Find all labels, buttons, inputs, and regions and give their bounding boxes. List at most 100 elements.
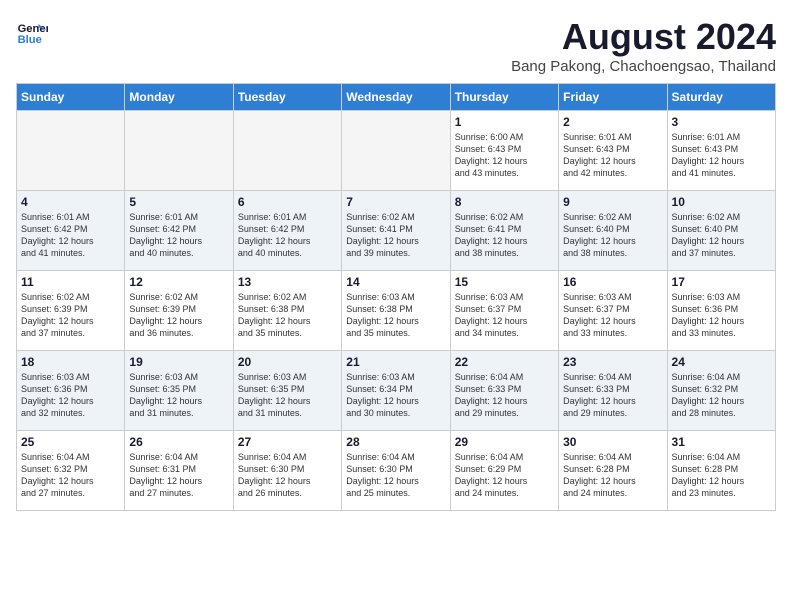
calendar-cell: 5Sunrise: 6:01 AM Sunset: 6:42 PM Daylig… bbox=[125, 191, 233, 271]
calendar-row: 18 Sunrise: 6:03 AM Sunset: 6:36 PM Dayli… bbox=[17, 351, 776, 431]
calendar-table: SundayMondayTuesdayWednesdayThursdayFrid… bbox=[16, 83, 776, 511]
calendar-cell: 13 Sunrise: 6:02 AM Sunset: 6:38 PM Dayli… bbox=[233, 271, 341, 351]
weekday-header: Thursday bbox=[450, 84, 558, 111]
day-number: 26 bbox=[129, 435, 228, 449]
day-number: 18 bbox=[21, 355, 120, 369]
calendar-row: 11 Sunrise: 6:02 AM Sunset: 6:39 PM Dayli… bbox=[17, 271, 776, 351]
day-info: Sunrise: 6:02 AM Sunset: 6:39 PM Dayligh… bbox=[129, 291, 228, 340]
calendar-cell: 8 Sunrise: 6:02 AM Sunset: 6:41 PM Daylig… bbox=[450, 191, 558, 271]
day-number: 15 bbox=[455, 275, 554, 289]
weekday-header: Saturday bbox=[667, 84, 775, 111]
day-info: Sunrise: 6:02 AM Sunset: 6:40 PM Dayligh… bbox=[563, 211, 662, 260]
day-number: 6 bbox=[238, 195, 337, 209]
month-title: August 2024 bbox=[511, 16, 776, 58]
logo: General Blue bbox=[16, 16, 48, 48]
calendar-cell: 11 Sunrise: 6:02 AM Sunset: 6:39 PM Dayli… bbox=[17, 271, 125, 351]
day-number: 23 bbox=[563, 355, 662, 369]
day-number: 11 bbox=[21, 275, 120, 289]
logo-icon: General Blue bbox=[16, 16, 48, 48]
day-info: Sunrise: 6:04 AM Sunset: 6:33 PM Dayligh… bbox=[455, 371, 554, 420]
day-number: 8 bbox=[455, 195, 554, 209]
day-info: Sunrise: 6:04 AM Sunset: 6:32 PM Dayligh… bbox=[21, 451, 120, 500]
day-info: Sunrise: 6:04 AM Sunset: 6:33 PM Dayligh… bbox=[563, 371, 662, 420]
day-number: 3 bbox=[672, 115, 771, 129]
day-number: 13 bbox=[238, 275, 337, 289]
day-info: Sunrise: 6:03 AM Sunset: 6:37 PM Dayligh… bbox=[563, 291, 662, 340]
weekday-header: Tuesday bbox=[233, 84, 341, 111]
day-number: 31 bbox=[672, 435, 771, 449]
calendar-cell: 22 Sunrise: 6:04 AM Sunset: 6:33 PM Dayli… bbox=[450, 351, 558, 431]
calendar-cell: 21 Sunrise: 6:03 AM Sunset: 6:34 PM Dayli… bbox=[342, 351, 450, 431]
calendar-cell: 29Sunrise: 6:04 AM Sunset: 6:29 PM Dayli… bbox=[450, 431, 558, 511]
calendar-cell: 25Sunrise: 6:04 AM Sunset: 6:32 PM Dayli… bbox=[17, 431, 125, 511]
weekday-header: Wednesday bbox=[342, 84, 450, 111]
day-info: Sunrise: 6:02 AM Sunset: 6:39 PM Dayligh… bbox=[21, 291, 120, 340]
calendar-cell: 12 Sunrise: 6:02 AM Sunset: 6:39 PM Dayli… bbox=[125, 271, 233, 351]
day-number: 10 bbox=[672, 195, 771, 209]
day-number: 1 bbox=[455, 115, 554, 129]
calendar-cell: 28Sunrise: 6:04 AM Sunset: 6:30 PM Dayli… bbox=[342, 431, 450, 511]
day-info: Sunrise: 6:00 AM Sunset: 6:43 PM Dayligh… bbox=[455, 131, 554, 180]
svg-text:Blue: Blue bbox=[18, 34, 42, 46]
day-info: Sunrise: 6:02 AM Sunset: 6:41 PM Dayligh… bbox=[455, 211, 554, 260]
day-number: 17 bbox=[672, 275, 771, 289]
day-info: Sunrise: 6:02 AM Sunset: 6:41 PM Dayligh… bbox=[346, 211, 445, 260]
calendar-cell: 7 Sunrise: 6:02 AM Sunset: 6:41 PM Daylig… bbox=[342, 191, 450, 271]
day-number: 2 bbox=[563, 115, 662, 129]
day-info: Sunrise: 6:03 AM Sunset: 6:36 PM Dayligh… bbox=[21, 371, 120, 420]
day-info: Sunrise: 6:03 AM Sunset: 6:35 PM Dayligh… bbox=[238, 371, 337, 420]
calendar-cell: 27Sunrise: 6:04 AM Sunset: 6:30 PM Dayli… bbox=[233, 431, 341, 511]
day-info: Sunrise: 6:04 AM Sunset: 6:28 PM Dayligh… bbox=[672, 451, 771, 500]
calendar-cell: 18 Sunrise: 6:03 AM Sunset: 6:36 PM Dayli… bbox=[17, 351, 125, 431]
location: Bang Pakong, Chachoengsao, Thailand bbox=[511, 58, 776, 75]
calendar-cell: 26 Sunrise: 6:04 AM Sunset: 6:31 PM Dayli… bbox=[125, 431, 233, 511]
day-number: 22 bbox=[455, 355, 554, 369]
weekday-header: Friday bbox=[559, 84, 667, 111]
day-number: 5 bbox=[129, 195, 228, 209]
calendar-row: 25Sunrise: 6:04 AM Sunset: 6:32 PM Dayli… bbox=[17, 431, 776, 511]
day-info: Sunrise: 6:03 AM Sunset: 6:37 PM Dayligh… bbox=[455, 291, 554, 340]
calendar-cell: 17 Sunrise: 6:03 AM Sunset: 6:36 PM Dayli… bbox=[667, 271, 775, 351]
day-info: Sunrise: 6:02 AM Sunset: 6:38 PM Dayligh… bbox=[238, 291, 337, 340]
day-info: Sunrise: 6:04 AM Sunset: 6:28 PM Dayligh… bbox=[563, 451, 662, 500]
day-number: 24 bbox=[672, 355, 771, 369]
calendar-row: 1 Sunrise: 6:00 AM Sunset: 6:43 PM Daylig… bbox=[17, 111, 776, 191]
page-header: General Blue August 2024 Bang Pakong, Ch… bbox=[16, 16, 776, 75]
day-info: Sunrise: 6:04 AM Sunset: 6:31 PM Dayligh… bbox=[129, 451, 228, 500]
calendar-cell: 1 Sunrise: 6:00 AM Sunset: 6:43 PM Daylig… bbox=[450, 111, 558, 191]
calendar-header: SundayMondayTuesdayWednesdayThursdayFrid… bbox=[17, 84, 776, 111]
calendar-cell: 24 Sunrise: 6:04 AM Sunset: 6:32 PM Dayli… bbox=[667, 351, 775, 431]
day-number: 30 bbox=[563, 435, 662, 449]
day-number: 12 bbox=[129, 275, 228, 289]
day-info: Sunrise: 6:04 AM Sunset: 6:30 PM Dayligh… bbox=[238, 451, 337, 500]
calendar-cell: 16 Sunrise: 6:03 AM Sunset: 6:37 PM Dayli… bbox=[559, 271, 667, 351]
day-info: Sunrise: 6:04 AM Sunset: 6:29 PM Dayligh… bbox=[455, 451, 554, 500]
day-number: 19 bbox=[129, 355, 228, 369]
day-info: Sunrise: 6:03 AM Sunset: 6:35 PM Dayligh… bbox=[129, 371, 228, 420]
day-info: Sunrise: 6:02 AM Sunset: 6:40 PM Dayligh… bbox=[672, 211, 771, 260]
day-number: 21 bbox=[346, 355, 445, 369]
day-info: Sunrise: 6:03 AM Sunset: 6:36 PM Dayligh… bbox=[672, 291, 771, 340]
calendar-cell bbox=[233, 111, 341, 191]
calendar-cell: 23 Sunrise: 6:04 AM Sunset: 6:33 PM Dayli… bbox=[559, 351, 667, 431]
calendar-cell: 20 Sunrise: 6:03 AM Sunset: 6:35 PM Dayli… bbox=[233, 351, 341, 431]
calendar-cell: 9Sunrise: 6:02 AM Sunset: 6:40 PM Daylig… bbox=[559, 191, 667, 271]
day-info: Sunrise: 6:04 AM Sunset: 6:32 PM Dayligh… bbox=[672, 371, 771, 420]
calendar-cell: 31 Sunrise: 6:04 AM Sunset: 6:28 PM Dayli… bbox=[667, 431, 775, 511]
calendar-cell: 10 Sunrise: 6:02 AM Sunset: 6:40 PM Dayli… bbox=[667, 191, 775, 271]
calendar-cell: 2Sunrise: 6:01 AM Sunset: 6:43 PM Daylig… bbox=[559, 111, 667, 191]
calendar-row: 4Sunrise: 6:01 AM Sunset: 6:42 PM Daylig… bbox=[17, 191, 776, 271]
calendar-cell: 6Sunrise: 6:01 AM Sunset: 6:42 PM Daylig… bbox=[233, 191, 341, 271]
calendar-cell bbox=[125, 111, 233, 191]
weekday-header: Sunday bbox=[17, 84, 125, 111]
day-info: Sunrise: 6:01 AM Sunset: 6:42 PM Dayligh… bbox=[21, 211, 120, 260]
calendar-cell: 15 Sunrise: 6:03 AM Sunset: 6:37 PM Dayli… bbox=[450, 271, 558, 351]
day-number: 7 bbox=[346, 195, 445, 209]
day-info: Sunrise: 6:03 AM Sunset: 6:34 PM Dayligh… bbox=[346, 371, 445, 420]
title-block: August 2024 Bang Pakong, Chachoengsao, T… bbox=[511, 16, 776, 75]
day-number: 14 bbox=[346, 275, 445, 289]
calendar-cell bbox=[342, 111, 450, 191]
weekday-header: Monday bbox=[125, 84, 233, 111]
day-number: 16 bbox=[563, 275, 662, 289]
day-number: 20 bbox=[238, 355, 337, 369]
